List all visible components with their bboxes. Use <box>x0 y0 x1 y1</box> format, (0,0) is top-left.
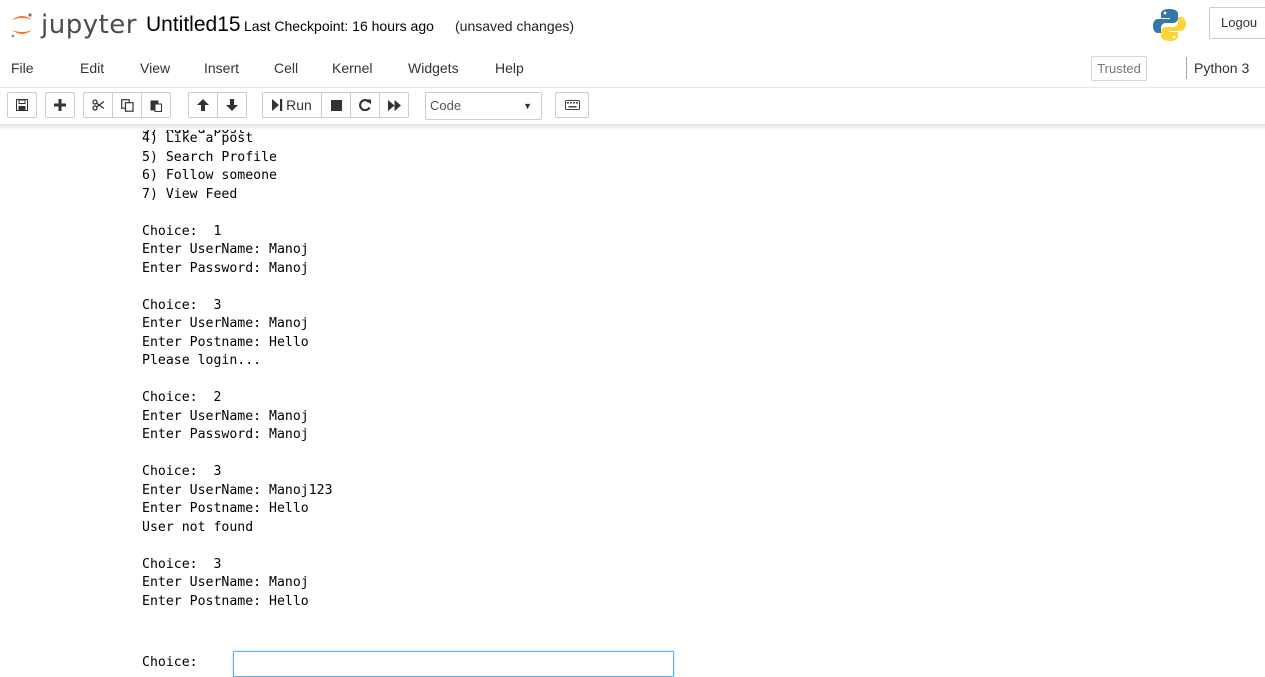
fast-forward-icon <box>387 99 401 111</box>
interrupt-kernel-button[interactable] <box>321 92 351 118</box>
paste-icon <box>150 100 162 112</box>
output-line: Choice: 1 <box>142 223 222 239</box>
output-line: 5) Search Profile <box>142 149 277 165</box>
plus-icon <box>54 99 66 111</box>
paste-button[interactable] <box>141 92 171 118</box>
kernel-name: Python 3 <box>1186 57 1249 79</box>
copy-icon <box>120 98 134 112</box>
notebook-header: jupyter Untitled15 Last Checkpoint: 16 h… <box>0 0 1265 50</box>
keyboard-icon <box>564 100 580 110</box>
menu-file[interactable]: File <box>11 50 34 87</box>
restart-icon <box>359 99 371 111</box>
output-line: Enter Password: Manoj <box>142 427 309 442</box>
menu-kernel[interactable]: Kernel <box>332 50 372 87</box>
run-button[interactable]: Run <box>262 92 322 118</box>
menu-help[interactable]: Help <box>495 50 524 87</box>
output-line: Choice: 3 <box>142 556 222 572</box>
move-cell-down-button[interactable] <box>217 92 247 118</box>
cell-output-area: 3) Add a post 4) Like a post5) Search Pr… <box>0 130 1265 671</box>
arrow-down-icon <box>226 99 238 111</box>
output-line: Enter Postname: Hello <box>142 334 309 350</box>
jupyter-logo-icon <box>11 13 32 38</box>
stop-icon <box>330 99 342 111</box>
menu-insert[interactable]: Insert <box>204 50 239 87</box>
output-line: Enter UserName: Manoj123 <box>142 482 333 498</box>
output-line: Enter Password: Manoj <box>142 260 309 276</box>
menu-view[interactable]: View <box>140 50 170 87</box>
command-palette-button[interactable] <box>555 92 589 118</box>
stdin-prompt: Choice: <box>142 655 198 670</box>
move-cell-up-button[interactable] <box>188 92 218 118</box>
menubar: File Edit View Insert Cell Kernel Widget… <box>0 50 1265 88</box>
output-line: 4) Like a post <box>142 131 254 146</box>
cell-type-value: Code <box>430 98 462 113</box>
output-line: Enter UserName: Manoj <box>142 408 309 424</box>
checkpoint-status: Last Checkpoint: 16 hours ago <box>244 18 434 34</box>
menu-edit[interactable]: Edit <box>80 50 104 87</box>
logout-button[interactable]: Logou <box>1209 7 1265 39</box>
restart-kernel-button[interactable] <box>350 92 380 118</box>
stdin-input[interactable] <box>233 651 674 677</box>
output-line: Please login... <box>142 353 262 368</box>
output-line: Choice: 2 <box>142 390 222 405</box>
autosave-status: (unsaved changes) <box>455 18 575 34</box>
arrow-up-icon <box>197 99 209 111</box>
cut-icon <box>91 99 104 111</box>
output-line: User not found <box>142 519 254 535</box>
output-line: 6) Follow someone <box>142 168 277 183</box>
save-icon <box>16 99 28 111</box>
notebook-title[interactable]: Untitled15 <box>146 10 241 40</box>
jupyter-logo-text: jupyter <box>41 10 137 40</box>
output-line: Enter UserName: Manoj <box>142 316 309 331</box>
chevron-down-icon: ▼ <box>523 101 532 111</box>
menu-widgets[interactable]: Widgets <box>408 50 459 87</box>
output-line: Enter UserName: Manoj <box>142 575 309 590</box>
output-line: 7) View Feed <box>142 186 238 202</box>
run-label: Run <box>286 97 312 113</box>
output-line: Choice: 3 <box>142 297 222 313</box>
output-text: 4) Like a post 5) Search Profile 6) Follow… <box>142 130 333 611</box>
save-button[interactable] <box>7 92 37 118</box>
restart-run-all-button[interactable] <box>379 92 409 118</box>
trusted-indicator[interactable]: Trusted <box>1091 56 1147 81</box>
output-line: Enter Postname: Hello <box>142 501 309 516</box>
output-line: Choice: 3 <box>142 464 222 479</box>
run-icon <box>272 99 283 111</box>
jupyter-logo[interactable]: jupyter <box>9 10 137 40</box>
notebook-toolbar: Run <box>0 88 1265 124</box>
python-logo-icon <box>1153 9 1186 41</box>
copy-button[interactable] <box>112 92 142 118</box>
output-line: Enter UserName: Manoj <box>142 242 309 257</box>
cell-type-select[interactable]: Code ▼ <box>425 92 542 120</box>
insert-cell-button[interactable] <box>45 92 75 118</box>
menu-cell[interactable]: Cell <box>274 50 298 87</box>
output-line: Enter Postname: Hello <box>142 593 309 609</box>
cut-button[interactable] <box>83 92 113 118</box>
